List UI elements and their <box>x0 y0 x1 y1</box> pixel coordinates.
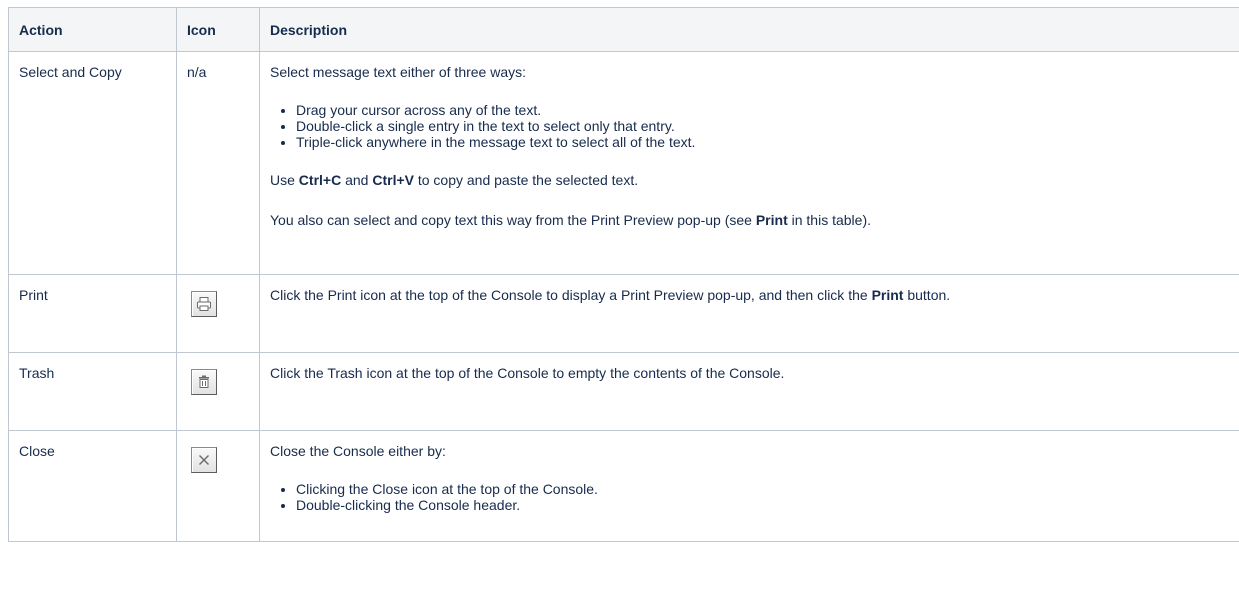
list-item: Clicking the Close icon at the top of th… <box>296 481 1238 497</box>
copy-text: to copy and paste the selected text. <box>413 172 639 188</box>
print-button-reference: Print <box>871 287 904 303</box>
action-cell: Print <box>8 274 177 353</box>
close-icon <box>191 447 217 473</box>
description-cell: Close the Console either by: Clicking th… <box>259 430 1239 542</box>
table-header-row: Action Icon Description <box>8 7 1239 52</box>
description-intro: Select message text either of three ways… <box>270 64 527 80</box>
description-intro: Close the Console either by: <box>270 443 446 459</box>
table-row: Close Close the Console either by: Click… <box>8 430 1239 542</box>
table-row: Print Click the Print icon at the top of… <box>8 274 1239 353</box>
description-cell: Click the Trash icon at the top of the C… <box>259 352 1239 431</box>
actions-table: Action Icon Description Select and Copy … <box>8 7 1239 542</box>
header-action: Action <box>8 7 177 52</box>
print-reference: Print <box>755 212 788 228</box>
note-text: You also can select and copy text this w… <box>270 212 756 228</box>
action-cell: Select and Copy <box>8 51 177 275</box>
header-icon: Icon <box>176 7 260 52</box>
list-item: Drag your cursor across any of the text. <box>296 102 1238 118</box>
shortcut-copy: Ctrl+C <box>298 172 342 188</box>
selection-methods-list: Drag your cursor across any of the text.… <box>270 102 1238 150</box>
trash-icon <box>191 369 217 395</box>
description-cell: Select message text either of three ways… <box>259 51 1239 275</box>
header-description: Description <box>259 7 1239 52</box>
icon-cell <box>176 430 260 542</box>
copy-text: and <box>341 172 373 188</box>
description-text: Click the Print icon at the top of the C… <box>270 287 872 303</box>
copy-instructions: Use Ctrl+C and Ctrl+V to copy and paste … <box>270 170 1238 190</box>
list-item: Triple-click anywhere in the message tex… <box>296 134 1238 150</box>
print-preview-note: You also can select and copy text this w… <box>270 210 1238 230</box>
table-row: Select and Copy n/a Select message text … <box>8 51 1239 275</box>
close-methods-list: Clicking the Close icon at the top of th… <box>270 481 1238 513</box>
action-cell: Close <box>8 430 177 542</box>
copy-text: Use <box>270 172 299 188</box>
list-item: Double-clicking the Console header. <box>296 497 1238 513</box>
note-text: in this table). <box>787 212 871 228</box>
action-cell: Trash <box>8 352 177 431</box>
icon-cell <box>176 352 260 431</box>
description-text: button. <box>903 287 951 303</box>
table-row: Trash Click the Trash icon at the top of… <box>8 352 1239 431</box>
icon-cell-na: n/a <box>176 51 260 275</box>
icon-cell <box>176 274 260 353</box>
print-icon <box>191 291 217 317</box>
description-cell: Click the Print icon at the top of the C… <box>259 274 1239 353</box>
shortcut-paste: Ctrl+V <box>372 172 414 188</box>
list-item: Double-click a single entry in the text … <box>296 118 1238 134</box>
